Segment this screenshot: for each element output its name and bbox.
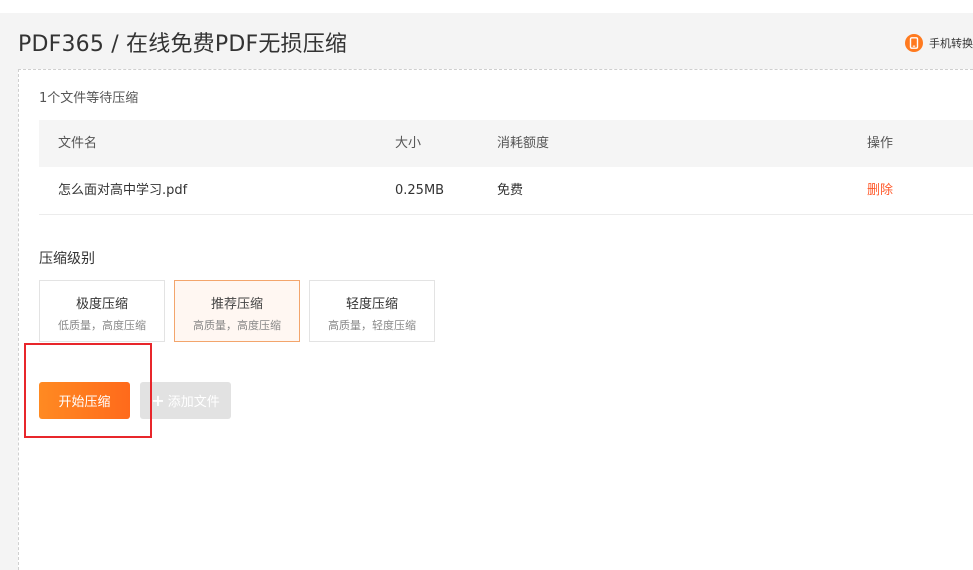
table-header: 文件名 大小 消耗额度 操作 — [39, 120, 973, 167]
option-description: 低质量，高度压缩 — [58, 319, 146, 332]
file-size: 0.25MB — [395, 183, 445, 198]
column-header-quota: 消耗额度 — [497, 136, 550, 151]
compression-level-label: 压缩级别 — [39, 251, 95, 267]
option-title: 推荐压缩 — [210, 297, 263, 312]
phone-icon — [905, 34, 923, 52]
table-row: 怎么面对高中学习.pdf 0.25MB 免费 删除 — [39, 167, 973, 215]
option-title: 极度压缩 — [75, 297, 128, 312]
mobile-convert-label: 手机转换 — [929, 37, 973, 50]
compression-option-recommended[interactable]: 推荐压缩 高质量，高度压缩 — [174, 280, 300, 342]
compression-option-extreme[interactable]: 极度压缩 低质量，高度压缩 — [39, 280, 165, 342]
option-title: 轻度压缩 — [345, 297, 398, 312]
file-name: 怎么面对高中学习.pdf — [58, 183, 188, 198]
start-compress-button[interactable]: 开始压缩 — [39, 382, 130, 419]
page-title: PDF365 / 在线免费PDF无损压缩 — [18, 32, 348, 57]
option-description: 高质量，轻度压缩 — [328, 319, 416, 332]
files-waiting-text: 1个文件等待压缩 — [39, 91, 139, 106]
delete-link[interactable]: 删除 — [867, 167, 893, 214]
compression-option-light[interactable]: 轻度压缩 高质量，轻度压缩 — [309, 280, 435, 342]
column-header-name: 文件名 — [58, 136, 98, 151]
column-header-size: 大小 — [395, 136, 422, 151]
plus-icon: + — [151, 390, 165, 410]
option-description: 高质量，高度压缩 — [193, 319, 281, 332]
mobile-convert-link[interactable]: 手机转换 — [905, 33, 973, 53]
file-quota: 免费 — [497, 183, 524, 198]
compression-panel: 1个文件等待压缩 文件名 大小 消耗额度 操作 怎么面对高中学习.pdf 0.2… — [18, 69, 973, 570]
add-file-button[interactable]: + 添加文件 — [140, 382, 231, 419]
file-table: 文件名 大小 消耗额度 操作 怎么面对高中学习.pdf 0.25MB 免费 删除 — [39, 120, 973, 215]
add-file-label: 添加文件 — [167, 395, 220, 410]
column-header-operation: 操作 — [867, 136, 894, 151]
